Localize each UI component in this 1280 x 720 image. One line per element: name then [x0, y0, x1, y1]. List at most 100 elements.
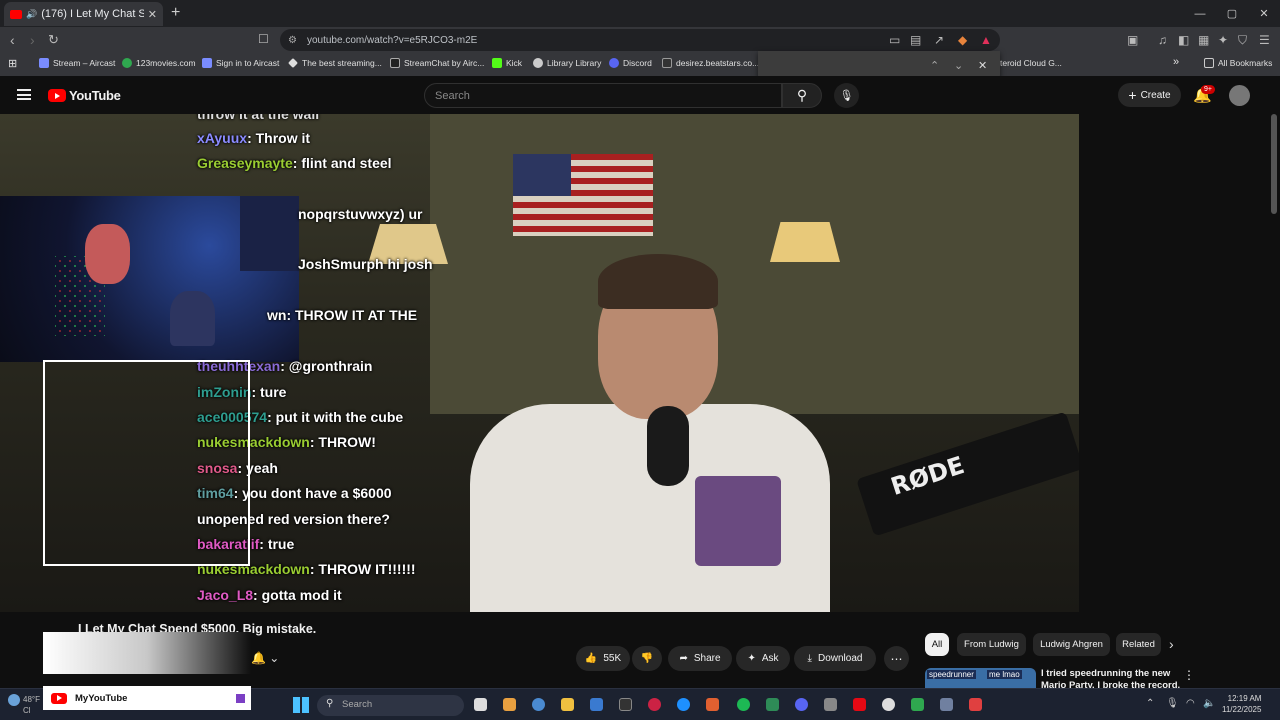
related-more-icon[interactable]: ⋮: [1183, 668, 1195, 682]
store-icon[interactable]: [590, 698, 603, 711]
app-icon[interactable]: [766, 698, 779, 711]
forward-icon[interactable]: ›: [30, 32, 35, 48]
app-icon[interactable]: [648, 698, 661, 711]
bookmark-item[interactable]: Library Library: [533, 58, 601, 68]
restore-button[interactable]: ▢: [1216, 0, 1248, 27]
hamburger-menu-icon[interactable]: [17, 89, 31, 100]
chat-username: Jaco_L8: [197, 587, 254, 603]
music-icon[interactable]: ♫: [1158, 33, 1167, 47]
app-icon[interactable]: [911, 698, 924, 711]
create-button[interactable]: + Create: [1118, 83, 1181, 107]
screenshot-icon[interactable]: ▣: [1127, 33, 1138, 47]
bookmark-item[interactable]: desirez.beatstars.co...: [662, 58, 759, 68]
find-close-icon[interactable]: ✕: [978, 59, 987, 72]
share-icon[interactable]: ↗: [934, 33, 944, 47]
find-next-icon[interactable]: ⌄: [954, 59, 963, 72]
app-icon[interactable]: [824, 698, 837, 711]
file-explorer-icon[interactable]: [561, 698, 574, 711]
more-bookmarks-icon[interactable]: »: [1173, 56, 1179, 68]
search-icon: ⚲: [796, 87, 808, 103]
share-button[interactable]: ➦ Share: [668, 646, 732, 671]
voice-search-icon[interactable]: 🎙: [834, 83, 859, 108]
like-button[interactable]: 👍 55K: [576, 646, 630, 671]
bookmark-item[interactable]: Sign in to Aircast: [202, 58, 279, 68]
new-tab-button[interactable]: +: [171, 4, 180, 22]
thumbs-down-icon: 👎: [640, 653, 654, 664]
minimize-button[interactable]: —: [1184, 0, 1216, 27]
taskbar-search[interactable]: ⚲ Search: [317, 695, 464, 716]
bookmark-item[interactable]: 123movies.com: [122, 58, 196, 68]
site-info-icon[interactable]: ⚙: [288, 35, 297, 46]
chip-ludwig-ahgren[interactable]: Ludwig Ahgren: [1033, 633, 1110, 656]
task-view-icon[interactable]: [474, 698, 487, 711]
app-icon[interactable]: [503, 698, 516, 711]
bookmark-item[interactable]: Stream – Aircast: [39, 58, 115, 68]
apps-icon[interactable]: ⊞: [8, 57, 17, 70]
close-window-button[interactable]: ✕: [1248, 0, 1280, 27]
search-input[interactable]: Search: [424, 83, 782, 108]
plus-icon: +: [1128, 87, 1137, 103]
bookmark-page-icon[interactable]: ☐: [258, 32, 269, 46]
reload-icon[interactable]: ↻: [48, 32, 59, 48]
volume-icon[interactable]: 🔈: [1203, 698, 1215, 709]
vpn-icon[interactable]: ⛉: [1238, 33, 1247, 48]
youtube-logo[interactable]: YouTube: [48, 88, 121, 103]
rewards-icon[interactable]: ▲: [980, 33, 992, 47]
search-button[interactable]: ⚲: [782, 83, 822, 108]
chevron-right-icon[interactable]: ›: [1169, 636, 1174, 652]
app-icon[interactable]: [882, 698, 895, 711]
brave-shield-icon[interactable]: ◆: [958, 33, 967, 47]
search-icon: ⚲: [326, 698, 334, 709]
wifi-icon[interactable]: ◠: [1186, 698, 1195, 709]
dislike-button[interactable]: 👎: [632, 646, 662, 671]
tray-chevron-icon[interactable]: ⌃: [1146, 698, 1154, 709]
subscription-bell-icon[interactable]: 🔔 ⌄: [251, 651, 279, 665]
bookmark-item[interactable]: teroid Cloud G...: [1000, 58, 1062, 68]
app-icon[interactable]: [940, 698, 953, 711]
page-scrollbar[interactable]: [1271, 114, 1277, 214]
brave-icon[interactable]: [706, 698, 719, 711]
menu-icon[interactable]: ☰: [1259, 33, 1270, 47]
sidebar-icon[interactable]: ◧: [1178, 33, 1189, 47]
bookmark-item[interactable]: StreamChat by Airc...: [390, 58, 484, 68]
close-tab-icon[interactable]: ✕: [148, 8, 157, 21]
steam-icon[interactable]: [677, 698, 690, 711]
ask-button[interactable]: ✦ Ask: [736, 646, 790, 671]
windows-start-icon[interactable]: [293, 697, 309, 713]
speaker-icon[interactable]: 🔊: [26, 9, 37, 20]
ai-icon[interactable]: ✦: [1218, 33, 1228, 47]
all-bookmarks[interactable]: All Bookmarks: [1204, 58, 1272, 68]
discord-icon[interactable]: [795, 698, 808, 711]
handheld-console: [695, 476, 781, 566]
app-icon[interactable]: [619, 698, 632, 711]
clock[interactable]: 12:19 AM 11/22/2025: [1222, 693, 1261, 715]
wallet-icon[interactable]: ▦: [1198, 33, 1209, 47]
bookmark-favicon-icon: [492, 58, 502, 68]
chip-from-ludwig[interactable]: From Ludwig: [957, 633, 1026, 656]
edge-icon[interactable]: [532, 698, 545, 711]
bookmark-item[interactable]: Kick: [492, 58, 522, 68]
spotify-icon[interactable]: [737, 698, 750, 711]
app-icon[interactable]: [969, 698, 982, 711]
chip-all[interactable]: All: [925, 633, 949, 656]
find-prev-icon[interactable]: ⌃: [930, 59, 939, 72]
related-video-title[interactable]: I tried speedrunning the new Mario Party…: [1041, 668, 1181, 688]
bookmark-favicon-icon: [662, 58, 672, 68]
chip-related[interactable]: Related: [1116, 633, 1161, 656]
bookmark-favicon-icon: [39, 58, 49, 68]
related-video-thumbnail[interactable]: speedrunner me lmao: [925, 668, 1036, 688]
sparkle-icon: ✦: [747, 653, 756, 664]
tab-youtube[interactable]: 🔊 (176) I Let My Chat Spend $5 ✕: [4, 2, 163, 26]
cast-icon[interactable]: ▭: [889, 33, 900, 47]
more-actions-icon[interactable]: ⋯: [884, 646, 909, 671]
back-icon[interactable]: ‹: [10, 32, 15, 48]
avatar[interactable]: [1229, 85, 1250, 106]
myyoutube-overlay[interactable]: MyYouTube: [43, 686, 251, 710]
netflix-icon[interactable]: [853, 698, 866, 711]
tab-search-icon[interactable]: ▤: [910, 33, 921, 47]
bookmark-item[interactable]: Discord: [609, 58, 652, 68]
weather-widget[interactable]: 48°F Cl: [8, 694, 40, 715]
download-button[interactable]: ⤓ Download: [794, 646, 876, 671]
microphone-icon[interactable]: 🎙: [1166, 698, 1179, 709]
bookmark-item[interactable]: The best streaming...: [288, 58, 382, 68]
